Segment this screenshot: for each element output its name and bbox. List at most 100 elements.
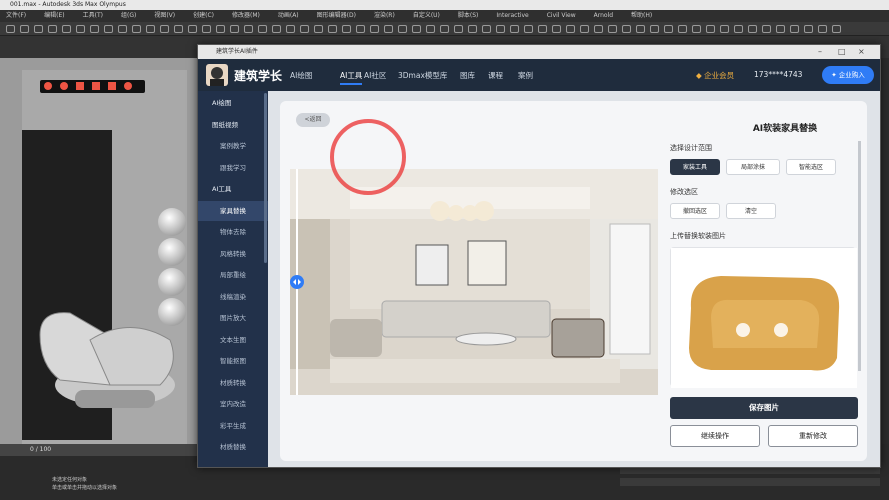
toolbar-tool-icon[interactable]: [832, 25, 841, 33]
sidebar-item-0[interactable]: AI绘图: [198, 93, 268, 113]
toolbar-tool-icon[interactable]: [188, 25, 197, 33]
panel-scrollbar[interactable]: [858, 141, 861, 371]
maximize-icon[interactable]: □: [838, 45, 846, 59]
host-menu-item[interactable]: 图形编辑器(D): [317, 10, 356, 22]
host-menu-item[interactable]: 视图(V): [154, 10, 175, 22]
toolbar-tool-icon[interactable]: [62, 25, 71, 33]
host-menu-item[interactable]: 自定义(U): [413, 10, 440, 22]
nav-tab-1[interactable]: AI工具: [340, 70, 363, 85]
sidebar-item-6[interactable]: 物体去除: [198, 222, 268, 242]
nav-tab-3[interactable]: 3Dmax模型库: [398, 70, 447, 81]
sidebar-item-12[interactable]: 智能抠图: [198, 351, 268, 371]
toolbar-tool-icon[interactable]: [48, 25, 57, 33]
toolbar-tool-icon[interactable]: [300, 25, 309, 33]
sidebar-item-1[interactable]: 图纸视频: [198, 115, 268, 135]
toolbar-tool-icon[interactable]: [230, 25, 239, 33]
sidebar-item-4[interactable]: AI工具: [198, 179, 268, 199]
back-button[interactable]: <返回: [296, 113, 330, 127]
toolbar-tool-icon[interactable]: [328, 25, 337, 33]
sidebar-scrollbar[interactable]: [264, 93, 267, 263]
sidebar-item-3[interactable]: 跟我学习: [198, 158, 268, 178]
sidebar-item-16[interactable]: 材质替换: [198, 437, 268, 457]
image-icon[interactable]: [92, 82, 100, 90]
toolbar-tool-icon[interactable]: [552, 25, 561, 33]
interior-render-canvas[interactable]: [290, 169, 658, 395]
toolbar-tool-icon[interactable]: [426, 25, 435, 33]
host-menu-item[interactable]: 创建(C): [193, 10, 214, 22]
nav-tab-0[interactable]: AI绘图: [290, 70, 312, 81]
regenerate-button[interactable]: 重新修改: [768, 425, 858, 447]
user-phone[interactable]: 173****4743: [754, 70, 802, 79]
sidebar-item-14[interactable]: 室内改造: [198, 394, 268, 414]
sidebar-item-8[interactable]: 局部重绘: [198, 265, 268, 285]
toolbar-tool-icon[interactable]: [776, 25, 785, 33]
sidebar-item-13[interactable]: 材质转换: [198, 373, 268, 393]
toolbar-tool-icon[interactable]: [468, 25, 477, 33]
toolbar-tool-icon[interactable]: [440, 25, 449, 33]
host-menu-item[interactable]: Arnold: [594, 10, 613, 22]
toolbar-tool-icon[interactable]: [272, 25, 281, 33]
chip-area-1[interactable]: 局部涂抹: [726, 159, 780, 175]
viewport-overlay-toolbar[interactable]: [40, 80, 145, 93]
clear-selection-button[interactable]: 清空: [726, 203, 776, 219]
toolbar-tool-icon[interactable]: [692, 25, 701, 33]
sidebar-item-9[interactable]: 线稿渲染: [198, 287, 268, 307]
host-menu-item[interactable]: 组(G): [121, 10, 136, 22]
toolbar-tool-icon[interactable]: [608, 25, 617, 33]
host-menu-item[interactable]: 帮助(H): [631, 10, 652, 22]
toolbar-tool-icon[interactable]: [202, 25, 211, 33]
palette-icon[interactable]: [60, 82, 68, 90]
toolbar-tool-icon[interactable]: [384, 25, 393, 33]
toolbar-tool-icon[interactable]: [678, 25, 687, 33]
toolbar-tool-icon[interactable]: [790, 25, 799, 33]
toolbar-tool-icon[interactable]: [34, 25, 43, 33]
host-menu-item[interactable]: Civil View: [547, 10, 576, 22]
toolbar-tool-icon[interactable]: [342, 25, 351, 33]
toolbar-tool-icon[interactable]: [314, 25, 323, 33]
toolbar-tool-icon[interactable]: [76, 25, 85, 33]
toolbar-tool-icon[interactable]: [20, 25, 29, 33]
toolbar-tool-icon[interactable]: [370, 25, 379, 33]
sidebar-item-2[interactable]: 案例教学: [198, 136, 268, 156]
sidebar-item-11[interactable]: 文本生图: [198, 330, 268, 350]
host-menu-item[interactable]: Interactive: [496, 10, 528, 22]
toolbar-tool-icon[interactable]: [650, 25, 659, 33]
toolbar-tool-icon[interactable]: [132, 25, 141, 33]
camera-icon[interactable]: [76, 82, 84, 90]
toolbar-tool-icon[interactable]: [594, 25, 603, 33]
host-menu-item[interactable]: 工具(T): [83, 10, 103, 22]
chat-icon[interactable]: [108, 82, 116, 90]
toolbar-tool-icon[interactable]: [482, 25, 491, 33]
membership-badge[interactable]: ◆ 企业会员: [696, 70, 734, 81]
enterprise-button[interactable]: ✦ 企业购入: [822, 66, 874, 84]
upload-image-area[interactable]: [670, 247, 857, 388]
toolbar-tool-icon[interactable]: [636, 25, 645, 33]
host-menu-item[interactable]: 动画(A): [278, 10, 299, 22]
toolbar-tool-icon[interactable]: [146, 25, 155, 33]
minimize-icon[interactable]: –: [818, 45, 822, 59]
toolbar-tool-icon[interactable]: [622, 25, 631, 33]
toolbar-tool-icon[interactable]: [818, 25, 827, 33]
toolbar-tool-icon[interactable]: [524, 25, 533, 33]
host-menu-item[interactable]: 编辑(E): [44, 10, 64, 22]
toolbar-tool-icon[interactable]: [90, 25, 99, 33]
timeline-slider[interactable]: 0 / 100: [0, 444, 205, 456]
host-menu-item[interactable]: 脚本(S): [458, 10, 479, 22]
host-menu-item[interactable]: 渲染(R): [374, 10, 395, 22]
nav-tab-4[interactable]: 图库: [460, 70, 475, 81]
sidebar-item-15[interactable]: 彩平生成: [198, 416, 268, 436]
toolbar-tool-icon[interactable]: [454, 25, 463, 33]
toolbar-tool-icon[interactable]: [762, 25, 771, 33]
toolbar-tool-icon[interactable]: [104, 25, 113, 33]
toolbar-tool-icon[interactable]: [566, 25, 575, 33]
toolbar-tool-icon[interactable]: [398, 25, 407, 33]
toolbar-tool-icon[interactable]: [216, 25, 225, 33]
toolbar-tool-icon[interactable]: [510, 25, 519, 33]
undo-selection-button[interactable]: 撤回选区: [670, 203, 720, 219]
toolbar-tool-icon[interactable]: [538, 25, 547, 33]
toolbar-tool-icon[interactable]: [118, 25, 127, 33]
toolbar-tool-icon[interactable]: [580, 25, 589, 33]
toolbar-tool-icon[interactable]: [286, 25, 295, 33]
toolbar-tool-icon[interactable]: [804, 25, 813, 33]
toolbar-tool-icon[interactable]: [664, 25, 673, 33]
